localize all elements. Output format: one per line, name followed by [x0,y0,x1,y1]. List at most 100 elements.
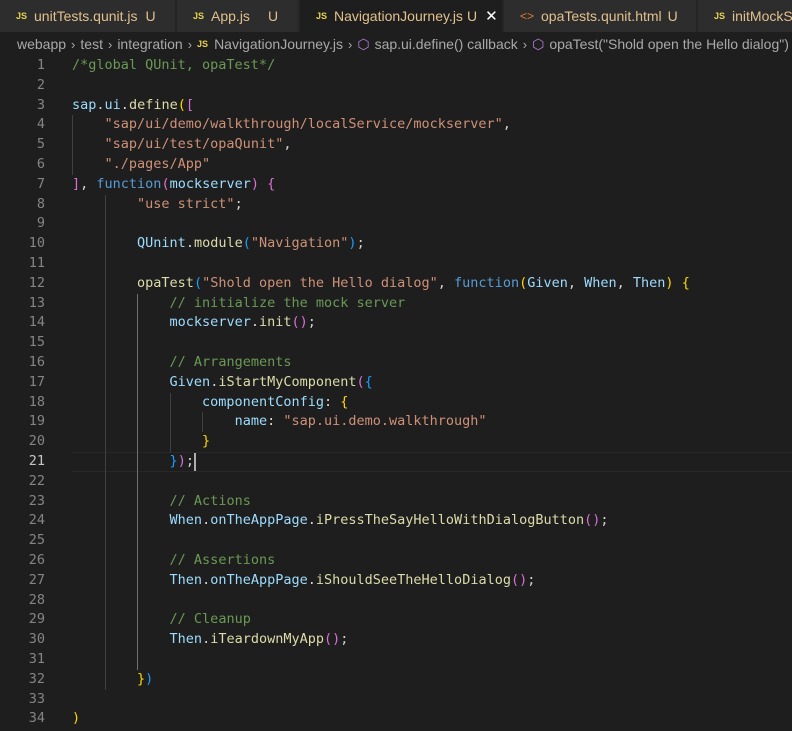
line-number: 15 [28,334,45,351]
code-line[interactable]: 5 "sap/ui/test/opaQunit", [0,135,792,155]
code-line[interactable]: 23 // Actions [0,492,792,512]
code-line[interactable]: 33 [0,690,792,710]
code-text: "use strict"; [137,195,243,212]
code-line[interactable]: 21 }); [0,452,792,472]
line-number: 32 [28,670,45,687]
tab-initmockserver[interactable]: JS initMockServer.js [698,0,792,32]
code-text: QUnint.module("Navigation"); [137,235,365,252]
chevron-right-icon: › [71,36,76,52]
code-text: // Assertions [169,552,276,568]
code-text: sap.ui.define([ [72,96,194,113]
line-number: 29 [28,611,45,628]
code-line[interactable]: 4 "sap/ui/demo/walkthrough/localService/… [0,115,792,135]
chevron-right-icon: › [107,36,113,52]
code-editor[interactable]: 1/*global QUnit, opaTest*/2 3 sap.ui.defin… [0,56,792,731]
code-text: /*global QUnit, opaTest*/ [72,57,276,73]
breadcrumb-item[interactable]: ⬡ opaTest("Shold open the Hello dialog") [532,36,789,53]
code-line[interactable]: 18 componentConfig: { [0,393,792,413]
code-text: Then.onTheAppPage.iShouldSeeTheHelloDial… [169,571,536,588]
line-number: 33 [28,690,45,707]
chevron-right-icon: › [347,36,353,52]
line-number: 19 [28,413,45,430]
breadcrumb-item[interactable]: test [80,36,103,52]
code-line[interactable]: 32 }) [0,670,792,690]
tab-label: NavigationJourney.js [334,8,463,24]
code-line[interactable]: 34) [0,709,792,729]
code-line[interactable]: 12 opaTest("Shold open the Hello dialog"… [0,274,792,294]
cube-icon: ⬡ [357,35,370,52]
line-number: 16 [28,354,45,370]
code-text: opaTest("Shold open the Hello dialog", f… [137,274,690,291]
code-line[interactable]: 20 } [0,432,792,452]
line-number: 9 [36,215,45,232]
indent-guide [137,293,139,670]
untracked-status: U [667,8,678,24]
code-line[interactable]: 25 [0,531,792,551]
code-line[interactable]: 11 [0,254,792,274]
line-number: 24 [28,512,45,529]
line-number: 5 [36,136,45,153]
breadcrumb: webapp › test › integration › JS Navigati… [0,32,792,56]
js-file-icon: JS [16,11,28,21]
code-line[interactable]: 7], function(mockserver) { [0,175,792,195]
code-line[interactable]: 1 /*global QUnit, opaTest*/ [0,56,792,76]
code-text: mockserver.init(); [169,314,316,331]
line-number: 1 [36,57,45,73]
tab-label: initMockServer.js [732,8,792,24]
tab-opatests[interactable]: <> opaTests.qunit.html U [504,0,697,32]
code-line[interactable]: 17 Given.iStartMyComponent({ [0,373,792,393]
line-number: 6 [36,156,45,172]
code-text: "./pages/App" [104,156,211,172]
line-number: 25 [28,532,45,549]
indent-guide [72,115,73,175]
code-text: name: "sap.ui.demo.walkthrough" [234,413,487,430]
line-number: 23 [28,492,45,509]
code-line[interactable]: 26 // Assertions [0,551,792,571]
line-number: 3 [36,96,45,113]
line-number: 7 [36,175,45,192]
indent-guide [202,412,204,433]
tab-app[interactable]: JS App.js U [177,0,299,32]
breadcrumb-item[interactable]: ⬡ sap.ui.define() callback [357,36,517,53]
code-line[interactable]: 19 name: "sap.ui.demo.walkthrough" [0,412,792,432]
code-line[interactable]: 27 Then.onTheAppPage.iShouldSeeTheHelloD… [0,571,792,591]
js-file-icon: JS [197,39,209,49]
code-text: // Actions [169,492,251,509]
line-number: 30 [28,631,45,648]
html-file-icon: <> [520,9,535,23]
line-number: 26 [28,552,45,568]
code-line[interactable]: 29 // Cleanup [0,610,792,630]
breadcrumb-item[interactable]: JS NavigationJourney.js [197,36,343,52]
code-text: ) [72,710,81,727]
tab-navigationjourney[interactable]: JS NavigationJourney.js U ✕ [300,0,503,32]
js-file-icon: JS [714,11,726,21]
line-number: 13 [28,294,45,311]
code-line[interactable]: 22 [0,472,792,492]
code-line[interactable]: 9 [0,214,792,234]
line-number: 18 [28,393,45,410]
breadcrumb-item[interactable]: integration [117,36,182,52]
code-line[interactable]: 15 [0,333,792,353]
code-line[interactable]: 10 QUnint.module("Navigation"); [0,234,792,254]
code-line[interactable]: 16 // Arrangements [0,353,792,373]
line-number: 2 [36,76,45,93]
code-line[interactable]: 31 [0,650,792,670]
code-text: "sap/ui/demo/walkthrough/localService/mo… [104,116,511,133]
line-number: 14 [28,314,45,331]
code-line[interactable]: 28 [0,591,792,611]
code-line[interactable]: 30 Then.iTeardownMyApp(); [0,630,792,650]
code-line[interactable]: 8 "use strict"; [0,195,792,215]
code-text: }) [137,670,154,687]
code-line[interactable]: 14 mockserver.init(); [0,313,792,333]
code-line[interactable]: 13 // initialize the mock server [0,294,792,314]
line-number: 11 [28,255,45,271]
code-line[interactable]: 6 "./pages/App" [0,155,792,175]
tab-unittests[interactable]: JS unitTests.qunit.js U [0,0,176,32]
line-number: 8 [36,195,45,212]
close-icon[interactable]: ✕ [485,7,498,25]
code-line[interactable]: 2 [0,76,792,96]
breadcrumb-item[interactable]: webapp [17,36,66,52]
code-line[interactable]: 3 sap.ui.define([ [0,96,792,116]
code-line[interactable]: 24 When.onTheAppPage.iPressTheSayHelloWi… [0,511,792,531]
js-file-icon: JS [316,11,328,21]
